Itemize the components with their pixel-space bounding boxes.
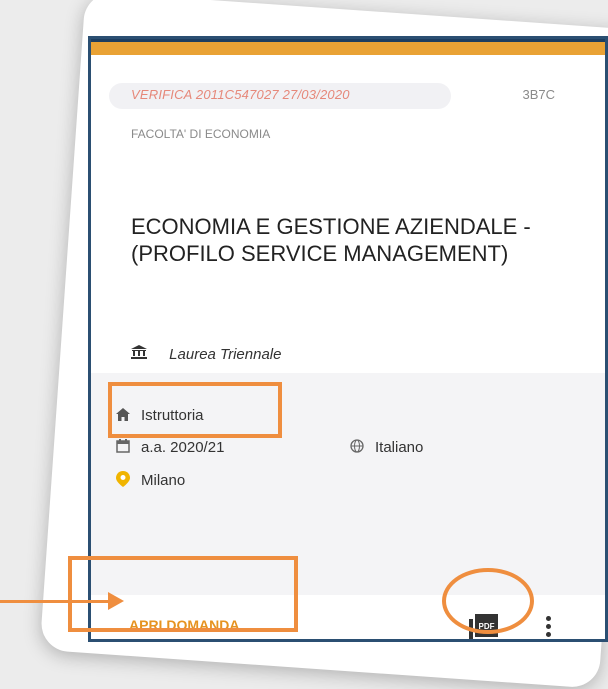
language-row: Italiano — [349, 439, 423, 456]
calendar-icon — [115, 439, 131, 456]
location-pin-icon — [115, 471, 131, 490]
academic-year: a.a. 2020/21 — [141, 439, 225, 456]
apri-domanda-highlight — [68, 556, 298, 632]
pointer-arrow-line — [0, 600, 112, 603]
verifica-label: VERIFICA 2011C547027 27/03/2020 — [131, 87, 350, 102]
more-vert-icon[interactable] — [546, 613, 552, 639]
degree-row: Laurea Triennale — [131, 345, 281, 363]
location-label: Milano — [141, 472, 186, 489]
degree-type: Laurea Triennale — [169, 346, 282, 363]
pdf-highlight — [442, 568, 534, 634]
institution-icon — [131, 345, 151, 363]
card-header-bar — [91, 39, 605, 55]
language-label: Italiano — [375, 439, 424, 456]
location-row: Milano — [115, 471, 185, 490]
application-code: 3B7C — [522, 87, 555, 102]
pointer-arrow-head — [108, 592, 124, 610]
globe-icon — [349, 439, 365, 456]
year-row: a.a. 2020/21 — [115, 439, 224, 456]
course-title: ECONOMIA E GESTIONE AZIENDALE - (PROFILO… — [131, 214, 531, 266]
application-card: VERIFICA 2011C547027 27/03/2020 3B7C FAC… — [88, 36, 608, 642]
status-highlight — [108, 382, 282, 438]
faculty-label: FACOLTA' DI ECONOMIA — [131, 127, 271, 141]
